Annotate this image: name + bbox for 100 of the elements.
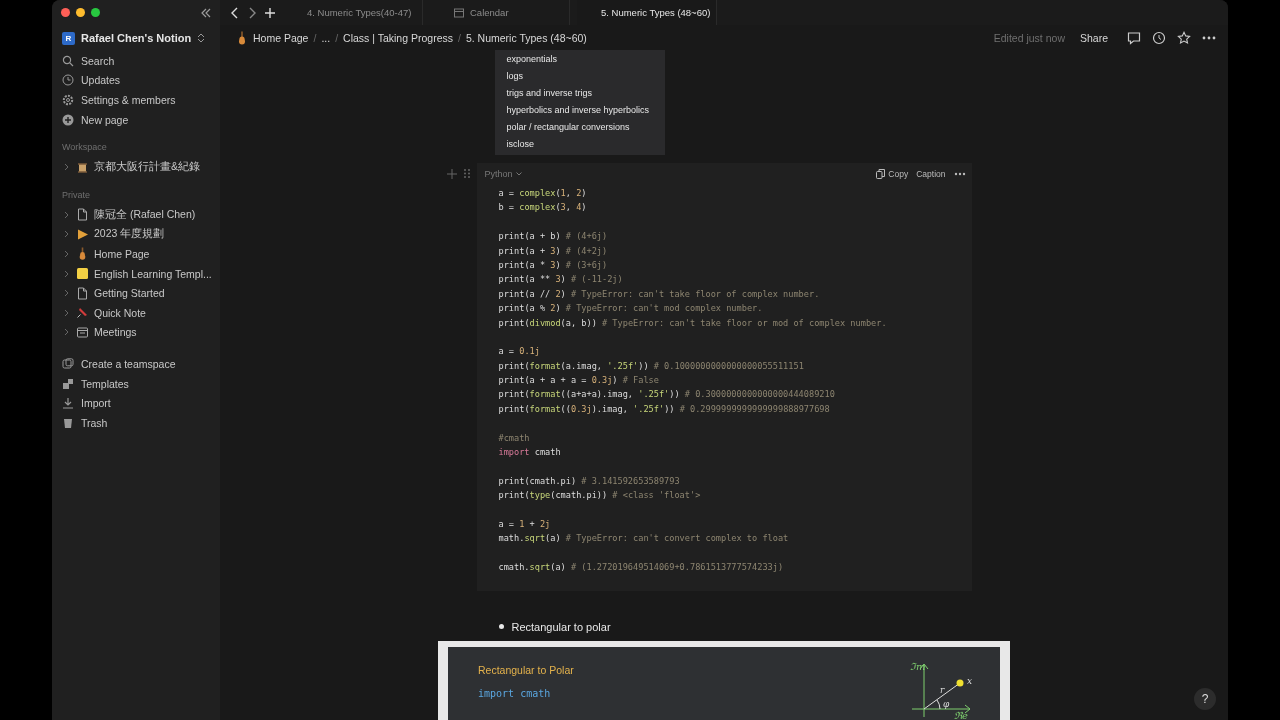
chevron-icon[interactable] <box>64 230 70 239</box>
workspace-name: Rafael Chen's Notion <box>81 32 192 44</box>
calendar-icon <box>454 7 464 18</box>
sidebar-action[interactable]: Create a teamspace <box>58 354 214 374</box>
star-icon[interactable] <box>1177 30 1191 45</box>
download-icon <box>62 397 74 410</box>
copy-icon <box>876 168 886 179</box>
language-selector[interactable]: Python <box>484 168 522 179</box>
minimize-window-button[interactable] <box>76 8 85 17</box>
tab[interactable]: 4. Numeric Types(40-47) <box>283 0 423 25</box>
slide-list-item: polar / rectangular conversions <box>506 121 631 134</box>
sidebar-page-item[interactable]: Quick Note <box>58 302 214 323</box>
breadcrumb[interactable]: Home Page <box>253 31 309 44</box>
caret-icon <box>515 171 522 176</box>
sidebar-page-item[interactable]: 京都大阪行計畫&紀錄 <box>58 157 214 177</box>
slide-list-item: logs <box>506 70 524 83</box>
sidebar-page-item[interactable]: English Learning Templ... <box>58 263 214 284</box>
chevron-icon[interactable] <box>64 163 70 172</box>
help-button[interactable]: ? <box>1194 688 1216 710</box>
comment-icon[interactable] <box>1127 30 1141 45</box>
page-icon <box>76 286 89 300</box>
code-line: print(a + a + a = 0.3j) # False <box>498 374 660 388</box>
breadcrumb[interactable]: 5. Numeric Types (48~60) <box>465 31 587 44</box>
sidebar-action[interactable]: Import <box>58 393 214 413</box>
code-line: a = 1 + 2j <box>498 518 552 531</box>
clock-icon <box>62 74 74 87</box>
caption-button[interactable]: Caption <box>916 168 946 179</box>
code-line: print(a ** 3) # (-11-2j) <box>498 273 624 287</box>
workspace-switcher[interactable]: R Rafael Chen's Notion <box>58 25 214 51</box>
calendar-icon <box>76 325 89 339</box>
code-line: a = 0.1j <box>498 345 541 359</box>
slide-title: Rectangular to Polar <box>478 663 575 676</box>
slide-list-item: isclose <box>506 138 535 151</box>
code-line: cmath.sqrt(a) # (1.272019649514069+0.7861513777574233j) <box>498 561 785 575</box>
bullet-icon <box>498 624 504 630</box>
sidebar-page-item[interactable]: Home Page <box>58 244 214 264</box>
breadcrumb-separator: / <box>313 31 317 44</box>
sidebar-action[interactable]: Trash <box>58 412 214 433</box>
workspace-avatar: R <box>62 31 75 45</box>
code-line: print(cmath.pi) # 3.141592653589793 <box>498 474 681 488</box>
bullet-text: Rectangular to polar <box>511 620 611 633</box>
plus-icon <box>62 113 74 126</box>
slide-code: import cmath <box>478 687 552 699</box>
code-line: print(a % 2) # TypeError: can't mod complex number. <box>498 302 764 316</box>
tab[interactable]: Calendar <box>430 0 570 25</box>
section-heading: Private <box>62 189 91 201</box>
slide-list-item: exponentials <box>506 53 559 66</box>
pushpin-icon <box>76 306 89 320</box>
code-line: print(divmod(a, b)) # TypeError: can't take floor or mod of complex number. <box>498 316 888 330</box>
settings-icon <box>62 94 74 106</box>
more-icon[interactable] <box>953 171 966 176</box>
maximize-window-button[interactable] <box>91 8 100 17</box>
guitar-icon <box>236 30 248 45</box>
sidebar-action[interactable]: Updates <box>58 70 214 91</box>
close-window-button[interactable] <box>61 8 70 17</box>
chevron-icon[interactable] <box>64 328 70 337</box>
sidebar-action[interactable]: Templates <box>58 373 214 394</box>
sidebar-page-item[interactable]: 2023 年度規劃 <box>58 224 214 245</box>
edit-status: Edited just now <box>993 31 1065 44</box>
search-icon <box>62 54 74 67</box>
sidebar-page-item[interactable]: 陳冠全 (Rafael Chen) <box>58 204 214 225</box>
code-line: print(type(cmath.pi)) # <class 'float'> <box>498 489 702 503</box>
slide-list-item: trigs and inverse trigs <box>506 87 594 100</box>
sidebar-action[interactable]: Search <box>58 51 214 71</box>
trash-icon <box>62 416 74 429</box>
chevron-icon[interactable] <box>64 308 70 317</box>
code-line: print(a + b) # (4+6j) <box>498 230 609 244</box>
code-line: print(format(a.imag, '.25f')) # 0.1000000000000000055511151 <box>498 359 805 373</box>
more-icon[interactable] <box>1202 35 1216 40</box>
breadcrumb[interactable]: ... <box>321 31 331 44</box>
share-button[interactable]: Share <box>1079 31 1108 44</box>
building-icon <box>76 160 89 174</box>
chevron-icon[interactable] <box>64 269 70 278</box>
code-line: print(a * 3) # (3+6j) <box>498 258 609 272</box>
section-heading: Workspace <box>62 142 108 154</box>
drag-handle-icon[interactable] <box>462 168 471 179</box>
new-tab-icon[interactable] <box>264 6 276 19</box>
slide-list-item: hyperbolics and inverse hyperbolics <box>506 104 651 117</box>
chevron-icon[interactable] <box>64 289 70 298</box>
sidebar-page-item[interactable]: Getting Started <box>58 283 214 303</box>
breadcrumb[interactable]: Class | Taking Progress <box>343 31 453 44</box>
templates-icon <box>62 377 74 390</box>
triangle-icon <box>76 227 89 241</box>
sidebar-action[interactable]: Settings & members <box>58 90 214 110</box>
code-line: print(format((a+a+a).imag, '.25f')) # 0.3000000000000000444089210 <box>498 388 836 402</box>
breadcrumb-separator: / <box>458 31 461 44</box>
sidebar-page-item[interactable]: Meetings <box>58 322 214 343</box>
code-line: #cmath <box>498 431 531 445</box>
chevron-icon[interactable] <box>64 210 70 219</box>
back-icon[interactable] <box>230 6 240 19</box>
sidebar-action[interactable]: New page <box>58 109 214 130</box>
chevron-icon[interactable] <box>64 249 70 258</box>
code-line: import cmath <box>498 446 562 460</box>
copy-button[interactable]: Copy <box>876 168 909 179</box>
clock-icon[interactable] <box>1152 30 1166 45</box>
polar-diagram-drawing: ℑm ℜe r φ x <box>910 656 980 719</box>
collapse-sidebar-icon[interactable] <box>200 7 212 18</box>
note-icon <box>76 267 89 281</box>
code-line: math.sqrt(a) # TypeError: can't convert complex to float <box>498 532 790 546</box>
forward-icon[interactable] <box>247 6 257 19</box>
